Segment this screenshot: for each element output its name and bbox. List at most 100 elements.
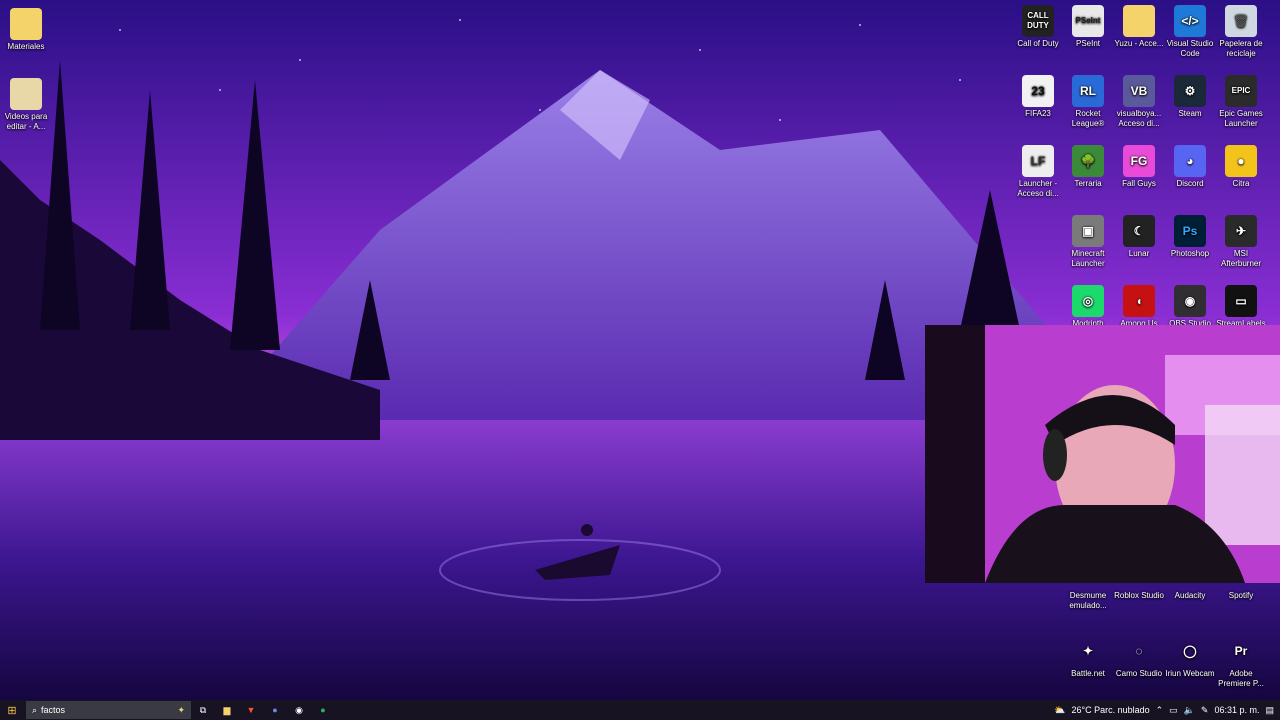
pen-icon[interactable]: ✎ [1201, 705, 1209, 716]
weather-icon: ⛅ [1054, 704, 1066, 715]
desktop-icon-label: MSI Afterburner [1220, 249, 1262, 268]
desktop-icon-premiere[interactable]: Pr Adobe Premiere P... [1216, 635, 1266, 689]
desktop-icon-spotify[interactable]: Spotify [1216, 585, 1266, 601]
network-icon[interactable]: ▭ [1169, 705, 1178, 716]
desktop-icon-label: Camo Studio [1115, 669, 1163, 678]
desktop-icon-label: Adobe Premiere P... [1218, 669, 1264, 688]
discord-icon: ◕ [1174, 145, 1206, 177]
desktop-icon-label: Rocket League® [1071, 109, 1105, 128]
spotify-icon: ● [320, 705, 326, 715]
desktop-icon-call-of-duty[interactable]: CALL DUTY Call of Duty [1013, 5, 1063, 49]
desktop-icon-citra[interactable]: ● Citra [1216, 145, 1266, 189]
system-tray: ⛅ 26°C Parc. nublado ⌃ ▭ 🔈 ✎ 06:31 p. m.… [1054, 700, 1280, 720]
desktop-icon-minecraft[interactable]: ▣ Minecraft Launcher [1063, 215, 1113, 269]
desktop-icon-among-us[interactable]: ◖ Among Us [1114, 285, 1164, 329]
desktop-icon-epic-games[interactable]: EPIC Epic Games Launcher [1216, 75, 1266, 129]
battlenet-icon: ✦ [1082, 644, 1094, 658]
desktop-icon-discord[interactable]: ◕ Discord [1165, 145, 1215, 189]
folder-icon [10, 8, 42, 40]
desktop-icon-battlenet[interactable]: ✦ Battle.net [1063, 635, 1113, 679]
chevron-up-icon[interactable]: ⌃ [1156, 705, 1164, 716]
desktop-icon-desmume[interactable]: Desmume emulado... [1063, 585, 1113, 611]
spotify-taskbar-button[interactable]: ● [311, 700, 335, 720]
discord-taskbar-button[interactable]: ● [263, 700, 287, 720]
desktop-icon-terraria[interactable]: 🌳 Terraria [1063, 145, 1113, 189]
desktop-icon-label: Iriun Webcam [1165, 669, 1215, 678]
video-folder-icon [10, 78, 42, 110]
epic-games-icon: EPIC [1225, 75, 1257, 107]
desktop-icon-label: Spotify [1228, 591, 1254, 600]
premiere-icon: Pr [1234, 644, 1248, 658]
desktop-icon-rocket-league[interactable]: RL Rocket League® [1063, 75, 1113, 129]
desktop-icon-label: Citra [1232, 179, 1250, 188]
search-input[interactable]: factos [41, 705, 65, 715]
desktop-icon-videos[interactable]: Videos para editar - A... [1, 78, 51, 132]
desktop-icon-msi-afterburner[interactable]: ✈ MSI Afterburner [1216, 215, 1266, 269]
desktop-icon-folder[interactable]: Yuzu - Acce... [1114, 5, 1164, 49]
desktop-icon-lunar[interactable]: ☾ Lunar [1114, 215, 1164, 259]
desktop-icon-label: Materiales [7, 42, 45, 51]
desktop-icon-obs[interactable]: ◉ OBS Studio [1165, 285, 1215, 329]
obs-icon: ◉ [1174, 285, 1206, 317]
desktop-icon-camo-studio[interactable]: ◌ Camo Studio [1114, 635, 1164, 679]
desktop-icon-label: Terraria [1074, 179, 1102, 188]
terraria-icon: 🌳 [1072, 145, 1104, 177]
folder-icon: ▆ [223, 704, 231, 715]
obs-taskbar-button[interactable]: ◉ [287, 700, 311, 720]
desktop-icon-streamlabels[interactable]: ▭ StreamLabels [1216, 285, 1266, 329]
desktop-icon-label: Yuzu - Acce... [1114, 39, 1164, 48]
task-view-button[interactable]: ⧉ [191, 700, 215, 720]
desmume-icon [1072, 585, 1104, 589]
desktop-icon-roblox-studio[interactable]: Roblox Studio [1114, 585, 1164, 601]
desktop-icon-modrinth[interactable]: ◎ Modrinth [1063, 285, 1113, 329]
weather-widget[interactable]: 26°C Parc. nublado [1071, 705, 1149, 715]
desktop-icon-photoshop[interactable]: Ps Photoshop [1165, 215, 1215, 259]
iriun-webcam-icon: ◯ [1183, 644, 1197, 658]
webcam-image [925, 325, 1280, 583]
citra-icon: ● [1225, 145, 1257, 177]
folder-icon [1123, 5, 1155, 37]
recycle-bin-icon: 🗑 [1225, 5, 1257, 37]
notifications-icon[interactable]: ▤ [1265, 705, 1274, 716]
volume-icon[interactable]: 🔈 [1184, 705, 1195, 716]
call-of-duty-icon: CALL DUTY [1022, 5, 1054, 37]
desktop-icon-steam[interactable]: ⚙ Steam [1165, 75, 1215, 119]
camo-studio-icon: ◌ [1135, 644, 1143, 658]
pseint-icon: PSeInt [1072, 5, 1104, 37]
windows-logo-icon: ⊞ [7, 704, 17, 717]
taskbar-search-box[interactable]: ⌕ factos ✦ [26, 701, 191, 719]
taskbar: ⊞ ⌕ factos ✦ ⧉ ▆ ▼ ● ◉ ● ⛅ 26°C Parc. nu… [0, 700, 1280, 720]
desktop-icon-label: PSeInt [1075, 39, 1100, 48]
desktop-icon-visualboy[interactable]: VB visualboya... Acceso di... [1114, 75, 1164, 129]
visualboy-icon: VB [1123, 75, 1155, 107]
among-us-icon: ◖ [1123, 285, 1155, 317]
photoshop-icon: Ps [1174, 215, 1206, 247]
desktop-icon-label: Epic Games Launcher [1219, 109, 1263, 128]
desktop-icon-fall-guys[interactable]: FG Fall Guys [1114, 145, 1164, 189]
desktop-icon-label: FIFA23 [1025, 109, 1051, 118]
fall-guys-icon: FG [1123, 145, 1155, 177]
roblox-studio-icon [1123, 585, 1155, 589]
brave-button[interactable]: ▼ [239, 700, 263, 720]
task-view-icon: ⧉ [199, 704, 207, 715]
clock[interactable]: 06:31 p. m. [1214, 705, 1259, 715]
desktop-icon-iriun-webcam[interactable]: ◯ Iriun Webcam [1165, 635, 1215, 679]
desktop-icon-label: Roblox Studio [1114, 591, 1164, 600]
file-explorer-button[interactable]: ▆ [215, 700, 239, 720]
fifa23-icon: 23 [1022, 75, 1054, 107]
desktop-icon-lf-launcher[interactable]: LF Launcher - Acceso di... [1013, 145, 1063, 199]
desktop-icon-label: Minecraft Launcher [1071, 249, 1105, 268]
desktop-icon-pseint[interactable]: PSeInt PSeInt [1063, 5, 1113, 49]
search-icon: ⌕ [32, 704, 38, 715]
start-button[interactable]: ⊞ [0, 700, 24, 720]
desktop-icon-recycle-bin[interactable]: 🗑 Papelera de reciclaje [1216, 5, 1266, 59]
desktop-icon-audacity[interactable]: Audacity [1165, 585, 1215, 601]
desktop-icon-materiales[interactable]: Materiales [1, 8, 51, 52]
vscode-icon: </> [1174, 5, 1206, 37]
lf-launcher-icon: LF [1022, 145, 1054, 177]
desktop-icon-vscode[interactable]: </> Visual Studio Code [1165, 5, 1215, 59]
desktop-icon-label: Lunar [1128, 249, 1150, 258]
minecraft-icon: ▣ [1072, 215, 1104, 247]
obs-icon: ◉ [295, 704, 303, 715]
desktop-icon-fifa23[interactable]: 23 FIFA23 [1013, 75, 1063, 119]
